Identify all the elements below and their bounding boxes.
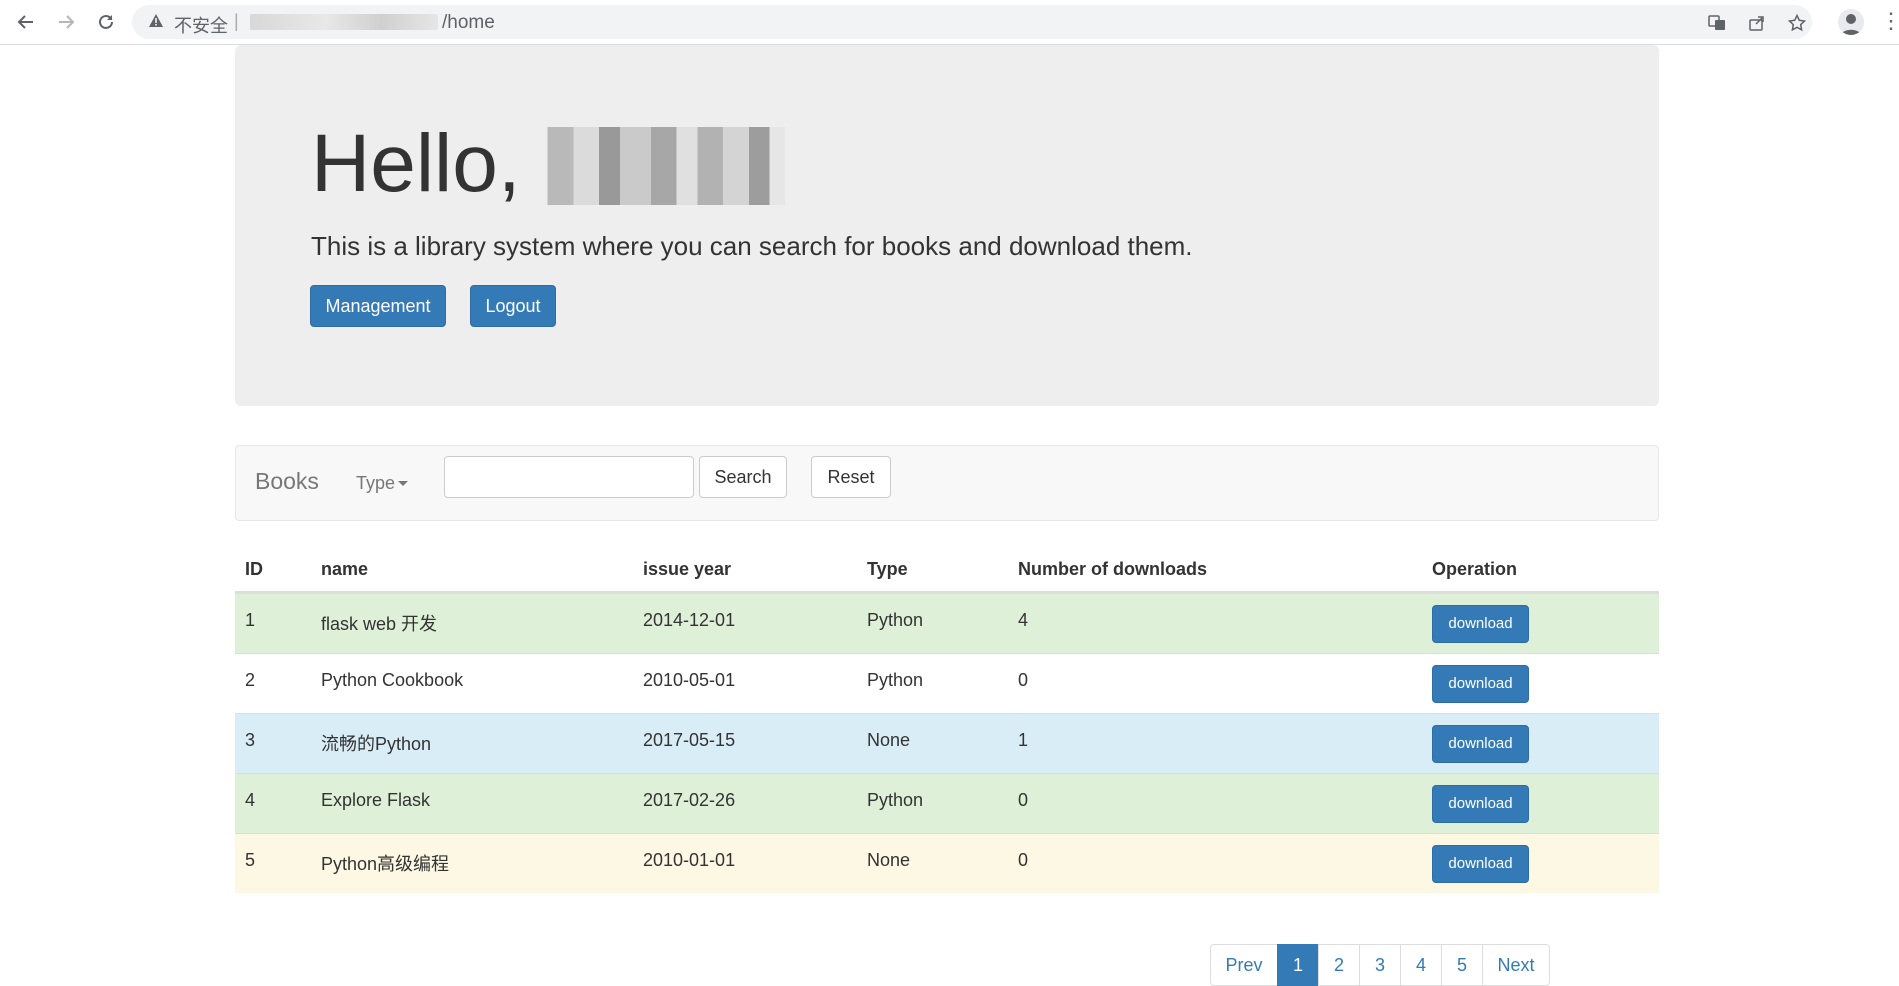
address-bar[interactable]: 不安全 | /home (132, 5, 1812, 39)
cell-name: Python Cookbook (321, 670, 464, 690)
translate-icon[interactable] (1706, 12, 1728, 34)
cell-name: flask web 开发 (321, 614, 438, 634)
pagination-page[interactable]: 5 (1441, 944, 1483, 986)
cell-name: Explore Flask (321, 790, 431, 810)
management-button[interactable]: Management (310, 285, 446, 327)
profile-avatar-icon[interactable] (1838, 9, 1864, 35)
download-button[interactable]: download (1432, 725, 1529, 763)
table-row: 2 Python Cookbook 2010-05-01 Python 0 do… (235, 653, 1659, 713)
cell-id: 3 (245, 730, 256, 750)
pagination-page[interactable]: 3 (1359, 944, 1401, 986)
security-label: 不安全 (174, 16, 228, 36)
url-host-redacted (250, 14, 438, 30)
search-input[interactable] (444, 456, 694, 498)
cell-id: 4 (245, 790, 256, 810)
header-operation: Operation (1432, 559, 1518, 579)
cell-type: Python (867, 610, 924, 630)
navbar-brand[interactable]: Books (255, 468, 319, 495)
pagination: Prev 1 2 3 4 5 Next (1210, 944, 1550, 986)
download-button[interactable]: download (1432, 845, 1529, 883)
greeting-heading: Hello, (311, 123, 785, 205)
type-dropdown-label: Type (356, 473, 396, 493)
cell-name: 流畅的Python (321, 734, 432, 754)
welcome-jumbotron: Hello, This is a library system where yo… (235, 45, 1659, 406)
cell-issue-year: 2017-05-15 (643, 730, 736, 750)
cell-issue-year: 2014-12-01 (643, 610, 736, 630)
pagination-next[interactable]: Next (1482, 944, 1550, 986)
cell-type: Python (867, 670, 924, 690)
logout-button[interactable]: Logout (470, 285, 556, 327)
cell-type: None (867, 730, 911, 750)
cell-issue-year: 2010-05-01 (643, 670, 736, 690)
cell-type: Python (867, 790, 924, 810)
download-button[interactable]: download (1432, 785, 1529, 823)
pagination-page[interactable]: 4 (1400, 944, 1442, 986)
cell-id: 1 (245, 610, 256, 630)
header-name: name (321, 559, 369, 579)
warning-icon (148, 13, 164, 29)
browser-toolbar: 不安全 | /home ⋮ (0, 0, 1899, 45)
cell-downloads: 4 (1018, 610, 1029, 630)
books-table: ID name issue year Type Number of downlo… (235, 545, 1659, 895)
cell-downloads: 0 (1018, 670, 1029, 690)
header-id: ID (245, 559, 263, 579)
reload-icon[interactable] (92, 8, 120, 36)
username-redacted (526, 127, 785, 205)
search-button[interactable]: Search (699, 456, 787, 498)
table-row: 4 Explore Flask 2017-02-26 Python 0 down… (235, 773, 1659, 833)
cell-issue-year: 2017-02-26 (643, 790, 736, 810)
table-row: 1 flask web 开发 2014-12-01 Python 4 downl… (235, 593, 1659, 653)
table-row: 5 Python高级编程 2010-01-01 None 0 download (235, 833, 1659, 893)
cell-issue-year: 2010-01-01 (643, 850, 736, 870)
pagination-page[interactable]: 1 (1277, 944, 1319, 986)
greeting-text: Hello, (311, 118, 521, 209)
forward-arrow-icon[interactable] (52, 8, 80, 36)
download-button[interactable]: download (1432, 605, 1529, 643)
kebab-menu-icon[interactable]: ⋮ (1880, 6, 1899, 36)
bookmark-star-icon[interactable] (1786, 12, 1808, 34)
url-path: /home (442, 12, 495, 33)
type-dropdown[interactable]: Type (356, 473, 409, 494)
header-issue-year: issue year (643, 559, 732, 579)
cell-id: 2 (245, 670, 256, 690)
cell-downloads: 0 (1018, 790, 1029, 810)
back-arrow-icon[interactable] (12, 8, 40, 36)
url-separator: | (234, 11, 239, 31)
cell-type: None (867, 850, 911, 870)
intro-text: This is a library system where you can s… (311, 231, 1193, 261)
share-icon[interactable] (1746, 12, 1768, 34)
cell-downloads: 0 (1018, 850, 1029, 870)
caret-down-icon (398, 481, 409, 486)
pagination-page[interactable]: 2 (1318, 944, 1360, 986)
download-button[interactable]: download (1432, 665, 1529, 703)
header-downloads: Number of downloads (1018, 559, 1207, 579)
table-header-row: ID name issue year Type Number of downlo… (235, 545, 1659, 593)
table-row: 3 流畅的Python 2017-05-15 None 1 download (235, 713, 1659, 773)
header-type: Type (867, 559, 908, 579)
books-navbar: Books Type Search Reset (235, 445, 1659, 521)
cell-name: Python高级编程 (321, 854, 450, 874)
reset-button[interactable]: Reset (811, 456, 891, 498)
cell-id: 5 (245, 850, 256, 870)
cell-downloads: 1 (1018, 730, 1029, 750)
pagination-prev[interactable]: Prev (1210, 944, 1278, 986)
